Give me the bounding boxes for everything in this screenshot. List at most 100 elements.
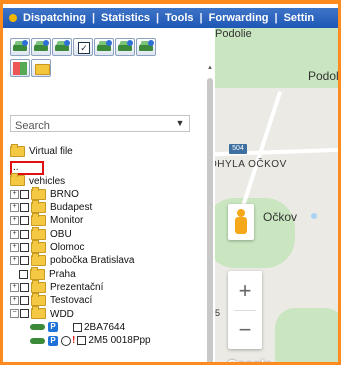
expand-icon[interactable]: +	[10, 282, 19, 292]
vehicle-plate: 2BA7644	[84, 321, 126, 333]
vehicle-checkbox[interactable]	[77, 336, 87, 346]
street-view-pegman[interactable]	[228, 204, 254, 240]
group-checkbox[interactable]	[20, 216, 29, 226]
group-checkbox[interactable]	[20, 189, 29, 199]
group-checkbox[interactable]	[20, 296, 29, 306]
expand-icon[interactable]: +	[10, 242, 19, 252]
group-checkbox[interactable]	[20, 229, 29, 239]
google-logo: Google	[227, 357, 272, 365]
tree-item-group[interactable]: Praha	[10, 266, 205, 281]
folder-icon	[31, 253, 46, 267]
tree-item-group[interactable]: + pobočka Bratislava	[10, 253, 205, 267]
layers-icon	[13, 62, 27, 75]
refresh-badge-icon	[148, 40, 154, 46]
app-frame: Dispatching | Statistics | Tools | Forwa…	[0, 0, 341, 365]
group-checkbox[interactable]	[20, 242, 29, 252]
group-checkbox[interactable]	[20, 282, 29, 292]
scroll-thumb[interactable]	[207, 78, 213, 362]
tree-item-group[interactable]: + Testovací	[10, 293, 205, 307]
folder-icon	[31, 226, 46, 240]
menu-dispatching[interactable]: Dispatching	[20, 12, 89, 24]
panel-toolbar: ✓	[10, 38, 205, 80]
expand-icon[interactable]: +	[10, 296, 19, 306]
group-checkbox[interactable]	[20, 256, 29, 266]
panel-scrollbar[interactable]: ▲	[207, 65, 213, 362]
layers-button[interactable]	[10, 59, 30, 77]
zoom-out-button[interactable]: −	[228, 310, 262, 349]
folder-icon	[31, 239, 46, 253]
map-river	[311, 213, 317, 219]
map-view[interactable]: Podolie Podoli 504 OHYLA OČKOV Očkov 5 +…	[215, 28, 338, 365]
vehicle-info-button[interactable]	[94, 38, 114, 56]
map-label: 5	[215, 308, 221, 318]
search-select[interactable]: ▼	[10, 115, 190, 134]
expand-icon[interactable]: +	[10, 189, 19, 199]
gear-badge-icon	[43, 40, 49, 46]
tree-item-vehicle[interactable]: P 2BA7644	[10, 321, 205, 334]
warning-icon: !	[72, 335, 76, 347]
tree-item-label: Prezentační	[50, 281, 104, 293]
pegman-head-icon	[237, 209, 245, 217]
menu-settings[interactable]: Settin	[281, 12, 318, 24]
pegman-body-icon	[235, 217, 247, 234]
tree-item-group[interactable]: + Olomoc	[10, 239, 205, 254]
tree-item-group[interactable]: + Monitor	[10, 213, 205, 227]
tree-item-group[interactable]: + Prezentační	[10, 279, 205, 294]
folder-icon	[35, 64, 50, 75]
tree-item-label: Testovací	[50, 295, 93, 307]
folder-icon	[10, 173, 25, 187]
group-checkbox[interactable]	[20, 309, 29, 319]
zoom-in-button[interactable]: +	[228, 271, 262, 310]
collapse-icon[interactable]: −	[10, 309, 19, 319]
vehicle-settings-button[interactable]	[31, 38, 51, 56]
vehicle-refresh-button[interactable]	[136, 38, 156, 56]
tree-item-vehicle[interactable]: P! 2M5 0018Ppp	[10, 334, 205, 347]
search-input[interactable]	[11, 118, 165, 134]
menu-separator: |	[155, 12, 160, 24]
car-icon	[30, 337, 45, 344]
tree-item-group[interactable]: − WDD	[10, 306, 205, 321]
menu-statistics[interactable]: Statistics	[98, 12, 153, 24]
expand-icon[interactable]: +	[10, 203, 19, 213]
vehicle-route-button[interactable]	[115, 38, 135, 56]
checkbox-icon: ✓	[78, 42, 90, 54]
folder-icon	[30, 266, 45, 280]
vehicle-checkbox[interactable]	[73, 322, 82, 332]
group-checkbox[interactable]	[19, 269, 28, 279]
folder-icon	[31, 293, 46, 307]
folder-icon	[31, 186, 46, 200]
tree-item-virtual-file[interactable]: Virtual file	[10, 143, 205, 158]
menu-forwarding[interactable]: Forwarding	[206, 12, 272, 24]
vehicle-group-button[interactable]	[52, 38, 72, 56]
folder-icon	[31, 279, 46, 293]
plus-badge-icon	[22, 40, 28, 46]
tree-item-label: BRNO	[50, 188, 79, 200]
menu-separator: |	[91, 12, 96, 24]
map-label: OHYLA OČKOV	[215, 159, 287, 170]
group-checkbox[interactable]	[20, 203, 29, 213]
expand-icon[interactable]: +	[10, 229, 19, 239]
tree-item-group[interactable]: + Budapest	[10, 200, 205, 214]
expand-icon[interactable]: +	[10, 256, 19, 266]
map-park-area	[275, 308, 338, 362]
tree-item-label: Virtual file	[29, 146, 73, 157]
expand-icon[interactable]: +	[10, 216, 19, 226]
vehicle-plate: 2M5 0018Ppp	[88, 335, 151, 347]
folder-icon	[10, 143, 25, 157]
add-vehicle-button[interactable]	[10, 38, 30, 56]
tree-item-label: Praha	[49, 268, 76, 280]
tree-item-vehicles[interactable]: vehicles	[10, 173, 205, 188]
select-all-button[interactable]: ✓	[73, 38, 93, 56]
tree-item-label: pobočka Bratislava	[50, 255, 135, 267]
chevron-down-icon[interactable]: ▼	[171, 116, 189, 131]
tree-item-label: Monitor	[50, 215, 84, 227]
route-badge-icon	[127, 40, 133, 46]
open-folder-button[interactable]	[31, 59, 51, 77]
tree-item-group[interactable]: + OBU	[10, 226, 205, 241]
tree-item-label: Budapest	[50, 202, 93, 214]
tree-item-group[interactable]: + BRNO	[10, 186, 205, 201]
tree-item-parent[interactable]: ..	[10, 161, 205, 176]
parking-badge-icon: P	[48, 335, 58, 346]
menu-tools[interactable]: Tools	[162, 12, 197, 24]
scroll-up-icon[interactable]: ▲	[207, 65, 213, 73]
